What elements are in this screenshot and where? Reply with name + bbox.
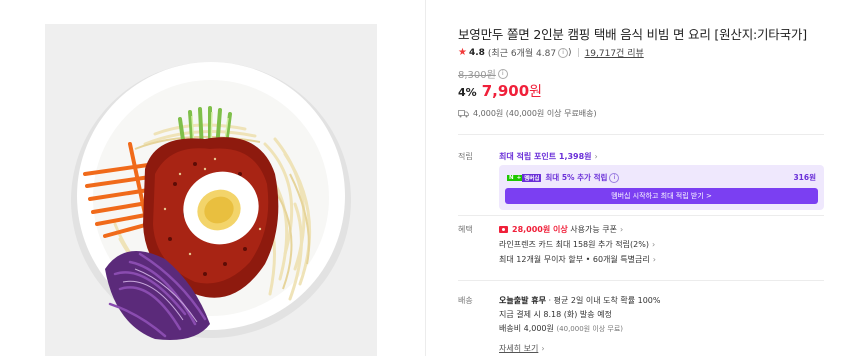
delivery-status: 오늘출발 휴무 [499,296,546,305]
section-divider [458,280,824,281]
coupon-text: 사용가능 쿠폰 [570,225,617,234]
chevron-right-icon: › [594,152,598,161]
delivery-fee-row: 배송비 4,000원 (40,000원 이상 무료) [499,323,623,334]
points-label: 적립 [458,152,473,161]
original-price: 8,300원 [458,70,496,81]
info-icon[interactable]: i [497,68,508,79]
membership-extra-amount: 316원 [793,173,816,182]
coupon-row[interactable]: 28,000원 이상 사용가능 쿠폰 › [499,224,623,235]
delivery-status-row: 오늘출발 휴무 · 평균 2일 이내 도착 확률 100% [499,295,661,306]
chevron-right-icon: › [651,240,656,249]
product-photo[interactable] [45,24,377,356]
membership-start-button[interactable]: 멤버십 시작하고 최대 적립 받기 > [505,188,818,204]
review-count-link[interactable]: 19,717건 리뷰 [585,46,644,59]
truck-icon [458,109,469,117]
rating-recent: (최근 6개월 4.87 [487,49,557,59]
info-icon[interactable]: i [609,172,620,183]
delivery-status-note: · 평균 2일 이내 도착 확률 100% [548,296,661,305]
delivery-more-link[interactable]: 자세히 보기 › [499,343,545,354]
membership-extra-text: 최대 5% 추가 적립 [545,173,608,182]
card-benefit-row[interactable]: 라인프렌즈 카드 최대 158원 추가 적립(2%) › [499,239,655,250]
card-benefit-text: 라인프렌즈 카드 최대 158원 추가 적립(2%) [499,240,649,249]
sale-price-row: 4% 7,900 원 [458,81,542,101]
panel-divider [425,0,426,356]
installment-text: 최대 12개월 무이자 할부 • 60개월 특별금리 [499,255,650,264]
installment-row[interactable]: 최대 12개월 무이자 할부 • 60개월 특별금리 › [499,254,656,265]
membership-box: N + 멤버십 최대 5% 추가 적립 i 316원 멤버십 시작하고 최대 적립 … [499,165,824,210]
coupon-icon [499,226,508,233]
naver-membership-badge: N + 멤버십 [507,173,542,182]
price-unit: 원 [529,84,543,100]
discount-rate: 4% [458,86,477,99]
section-divider [458,215,824,216]
product-title: 보영만두 쫄면 2인분 캠핑 택배 음식 비빔 면 요리 [원산지:기타국가] [458,27,807,42]
info-icon[interactable]: i [558,47,569,58]
rating-recent-close: ) [568,47,572,58]
section-divider [458,134,824,135]
benefits-label: 혜택 [458,225,473,234]
more-link-text: 자세히 보기 [499,344,539,353]
delivery-fee-note: (40,000원 이상 무료) [556,324,624,333]
chevron-right-icon: › [620,225,624,234]
membership-extra-row: N + 멤버십 최대 5% 추가 적립 i [507,172,620,183]
rating-separator [577,48,579,57]
star-icon: ★ [458,47,467,58]
shipping-text: 4,000원 (40,000원 이상 무료배송) [473,109,597,118]
product-image-panel [0,0,425,356]
product-info-panel: 보영만두 쫄면 2인분 캠핑 택배 음식 비빔 면 요리 [원산지:기타국가] … [458,0,828,356]
delivery-eta-row: 지금 결제 시 8.18 (화) 발송 예정 [499,309,612,320]
chevron-right-icon: › [652,255,656,264]
shipping-summary: 4,000원 (40,000원 이상 무료배송) [458,108,597,119]
rating-score: 4.8 [468,47,485,58]
delivery-fee: 배송비 4,000원 [499,324,554,333]
chevron-right-icon: › [541,344,545,353]
delivery-eta: 지금 결제 시 8.18 (화) 발송 예정 [499,310,612,319]
coupon-amount: 28,000원 이상 [512,225,568,234]
max-point-link[interactable]: 최대 적립 포인트 1,398원 › [499,151,598,162]
noodle-dish-image [45,24,377,356]
original-price-row: 8,300원 i [458,66,508,81]
delivery-label: 배송 [458,296,473,305]
max-point-text: 최대 적립 포인트 1,398원 [499,152,592,161]
sale-price: 7,900 [481,82,530,100]
rating-row: ★ 4.8 (최근 6개월 4.87 i ) 19,717건 리뷰 [458,46,644,59]
